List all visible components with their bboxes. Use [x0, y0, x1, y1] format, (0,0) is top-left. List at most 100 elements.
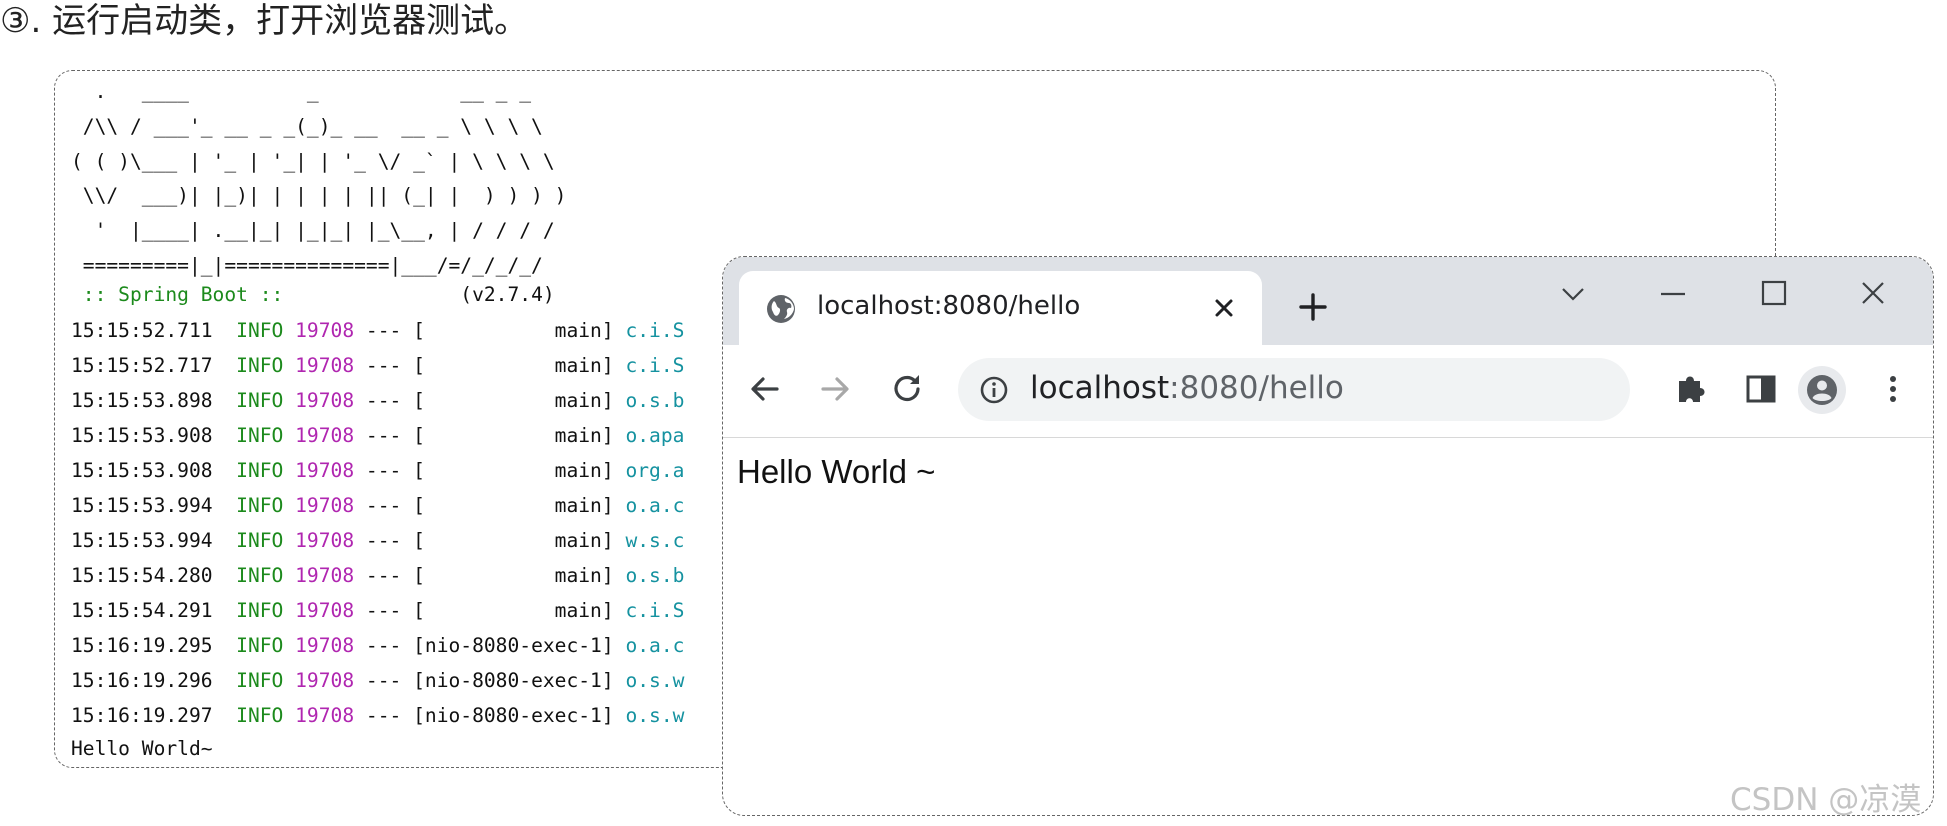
log-pid: 19708 — [295, 494, 355, 517]
log-logger: org.a — [625, 459, 685, 482]
log-level: INFO — [236, 494, 284, 517]
console-hello-output: Hello World~ — [71, 737, 213, 760]
log-timestamp: 15:15:53.994 — [71, 529, 213, 552]
spring-boot-version-line: :: Spring Boot :: (v2.7.4) — [71, 278, 555, 313]
log-timestamp: 15:15:54.291 — [71, 599, 213, 622]
log-separator: --- — [365, 354, 402, 377]
profile-avatar-icon[interactable] — [1797, 365, 1847, 415]
log-line: 15:16:19.295 INFO 19708 --- [nio-8080-ex… — [71, 628, 684, 663]
browser-tab[interactable]: localhost:8080/hello — [739, 271, 1262, 345]
log-separator: --- — [365, 494, 402, 517]
new-tab-button[interactable] — [1293, 287, 1333, 327]
log-pid: 19708 — [295, 354, 355, 377]
log-timestamp: 15:16:19.297 — [71, 704, 213, 727]
log-timestamp: 15:15:53.898 — [71, 389, 213, 412]
log-timestamp: 15:15:53.908 — [71, 424, 213, 447]
url-host: localhost — [1030, 370, 1170, 406]
log-level: INFO — [236, 704, 284, 727]
address-text[interactable]: localhost:8080/hello — [1030, 370, 1344, 406]
log-pid: 19708 — [295, 669, 355, 692]
log-logger: w.s.c — [625, 529, 685, 552]
extensions-puzzle-icon[interactable] — [1671, 369, 1711, 409]
more-menu-icon[interactable] — [1873, 369, 1913, 409]
log-timestamp: 15:15:52.717 — [71, 354, 213, 377]
forward-arrow-icon[interactable] — [815, 369, 855, 409]
log-separator: --- — [365, 634, 402, 657]
log-line: 15:15:53.994 INFO 19708 --- [ main] o.a.… — [71, 488, 684, 523]
log-logger: o.a.c — [625, 494, 685, 517]
log-separator: --- — [365, 704, 402, 727]
log-pid: 19708 — [295, 389, 355, 412]
log-pid: 19708 — [295, 634, 355, 657]
page-body-text: Hello World ~ — [737, 453, 936, 490]
log-level: INFO — [236, 389, 284, 412]
log-timestamp: 15:15:52.711 — [71, 319, 213, 342]
log-separator: --- — [365, 564, 402, 587]
browser-window: localhost:8080/hello localhost:8080/hell… — [722, 256, 1934, 816]
log-level: INFO — [236, 634, 284, 657]
log-timestamp: 15:16:19.295 — [71, 634, 213, 657]
log-thread: [ main] — [413, 599, 614, 622]
log-thread: [nio-8080-exec-1] — [413, 669, 614, 692]
url-path: :8080/hello — [1169, 370, 1344, 406]
log-logger: c.i.S — [625, 354, 685, 377]
log-logger: o.s.w — [625, 669, 685, 692]
address-bar[interactable]: localhost:8080/hello — [958, 358, 1630, 421]
log-timestamp: 15:15:54.280 — [71, 564, 213, 587]
log-line: 15:16:19.297 INFO 19708 --- [nio-8080-ex… — [71, 698, 684, 733]
log-level: INFO — [236, 354, 284, 377]
log-thread: [nio-8080-exec-1] — [413, 634, 614, 657]
log-line: 15:15:54.280 INFO 19708 --- [ main] o.s.… — [71, 558, 684, 593]
reload-icon[interactable] — [887, 369, 927, 409]
tab-search-chevron-icon[interactable] — [1553, 277, 1593, 311]
spring-boot-label: :: Spring Boot :: — [71, 283, 296, 306]
log-pid: 19708 — [295, 564, 355, 587]
log-level: INFO — [236, 459, 284, 482]
log-separator: --- — [365, 424, 402, 447]
globe-icon — [767, 295, 795, 323]
spring-ascii-banner: . ____ _ __ _ _ /\\ / ___'_ __ _ _(_)_ _… — [71, 80, 567, 277]
side-panel-icon[interactable] — [1741, 369, 1781, 409]
back-arrow-icon[interactable] — [745, 369, 785, 409]
minimize-icon[interactable] — [1653, 277, 1693, 311]
log-separator: --- — [365, 529, 402, 552]
log-logger: c.i.S — [625, 599, 685, 622]
log-thread: [ main] — [413, 459, 614, 482]
log-line: 15:15:53.908 INFO 19708 --- [ main] org.… — [71, 453, 684, 488]
log-line: 15:15:53.994 INFO 19708 --- [ main] w.s.… — [71, 523, 684, 558]
log-thread: [ main] — [413, 354, 614, 377]
log-thread: [ main] — [413, 389, 614, 412]
close-window-icon[interactable] — [1853, 277, 1893, 311]
log-pid: 19708 — [295, 319, 355, 342]
log-thread: [ main] — [413, 319, 614, 342]
log-logger: o.s.b — [625, 564, 685, 587]
step-heading: ③. 运行启动类，打开浏览器测试。 — [0, 1, 529, 41]
log-thread: [ main] — [413, 564, 614, 587]
spring-boot-version: (v2.7.4) — [295, 283, 555, 306]
log-level: INFO — [236, 424, 284, 447]
log-pid: 19708 — [295, 459, 355, 482]
log-pid: 19708 — [295, 704, 355, 727]
log-line: 15:16:19.296 INFO 19708 --- [nio-8080-ex… — [71, 663, 684, 698]
log-separator: --- — [365, 459, 402, 482]
log-level: INFO — [236, 669, 284, 692]
log-logger: o.apa — [625, 424, 685, 447]
log-line: 15:15:52.717 INFO 19708 --- [ main] c.i.… — [71, 348, 684, 383]
log-line: 15:15:52.711 INFO 19708 --- [ main] c.i.… — [71, 313, 684, 348]
log-thread: [ main] — [413, 424, 614, 447]
maximize-icon[interactable] — [1753, 277, 1793, 311]
log-timestamp: 15:15:53.994 — [71, 494, 213, 517]
tab-title: localhost:8080/hello — [817, 291, 1081, 321]
tab-close-icon[interactable] — [1209, 293, 1239, 323]
log-pid: 19708 — [295, 424, 355, 447]
log-pid: 19708 — [295, 529, 355, 552]
log-logger: o.s.b — [625, 389, 685, 412]
log-pid: 19708 — [295, 599, 355, 622]
log-logger: o.s.w — [625, 704, 685, 727]
info-icon[interactable] — [978, 374, 1010, 406]
log-level: INFO — [236, 529, 284, 552]
log-line: 15:15:53.898 INFO 19708 --- [ main] o.s.… — [71, 383, 684, 418]
log-line: 15:15:53.908 INFO 19708 --- [ main] o.ap… — [71, 418, 684, 453]
log-separator: --- — [365, 669, 402, 692]
log-level: INFO — [236, 564, 284, 587]
